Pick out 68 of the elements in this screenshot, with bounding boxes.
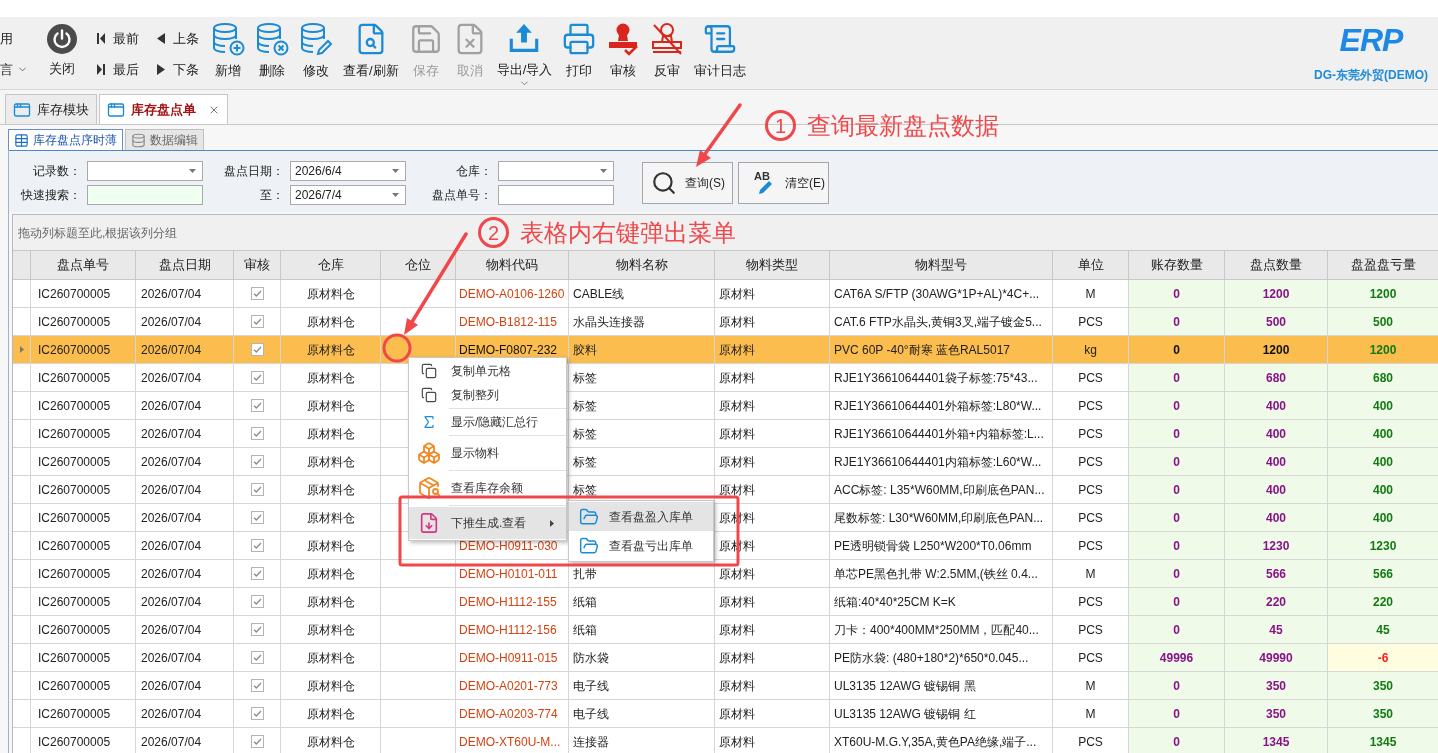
table-cell: 原材料 bbox=[715, 728, 830, 753]
table-cell: 1345 bbox=[1328, 728, 1438, 753]
company-name: DG-东莞外贸(DEMO) bbox=[1314, 68, 1428, 83]
field-label: 盘点日期： bbox=[223, 163, 284, 180]
step-number: 1 bbox=[765, 110, 796, 141]
table-cell: 0 bbox=[1129, 420, 1225, 448]
table-cell: 0 bbox=[1129, 308, 1225, 336]
annotation-text: 表格内右键弹出菜单 bbox=[520, 217, 736, 248]
table-cell: 400 bbox=[1328, 448, 1438, 476]
table-cell: 45 bbox=[1328, 616, 1438, 644]
table-cell: 0 bbox=[1129, 476, 1225, 504]
table-cell: 连接器 bbox=[569, 728, 715, 753]
field-label: 至： bbox=[259, 187, 284, 204]
table-cell: 0 bbox=[1129, 448, 1225, 476]
table-cell: 400 bbox=[1328, 476, 1438, 504]
table-cell: 566 bbox=[1225, 560, 1328, 588]
table-cell: 400 bbox=[1225, 392, 1328, 420]
table-cell: 1200 bbox=[1225, 280, 1328, 308]
table-cell: 350 bbox=[1328, 700, 1438, 728]
table-cell: 400 bbox=[1225, 420, 1328, 448]
table-cell: 400 bbox=[1328, 420, 1438, 448]
table-cell: 0 bbox=[1129, 616, 1225, 644]
table-cell: 566 bbox=[1328, 560, 1438, 588]
table-cell: 500 bbox=[1328, 308, 1438, 336]
table-cell: 220 bbox=[1225, 588, 1328, 616]
table-cell: -6 bbox=[1328, 644, 1438, 672]
table-cell: 400 bbox=[1225, 504, 1328, 532]
table-cell: 400 bbox=[1328, 392, 1438, 420]
table-cell: 1345 bbox=[1225, 728, 1328, 753]
field-label: 仓库： bbox=[455, 163, 492, 180]
table-cell: 0 bbox=[1129, 700, 1225, 728]
table-cell: 0 bbox=[1129, 560, 1225, 588]
table-cell: 0 bbox=[1129, 364, 1225, 392]
step-number: 2 bbox=[478, 217, 509, 248]
table-cell: 0 bbox=[1129, 672, 1225, 700]
annotation-text: 查询最新盘点数据 bbox=[807, 110, 999, 141]
table-cell: 0 bbox=[1129, 392, 1225, 420]
field-label: 快速搜索： bbox=[20, 187, 81, 204]
table-cell: 400 bbox=[1328, 504, 1438, 532]
table-cell: 49990 bbox=[1225, 644, 1328, 672]
table-cell: 1230 bbox=[1225, 532, 1328, 560]
table-cell: 350 bbox=[1225, 700, 1328, 728]
table-cell: 45 bbox=[1225, 616, 1328, 644]
table-cell: 1230 bbox=[1328, 532, 1438, 560]
table-cell: 原材料仓 bbox=[281, 728, 381, 753]
table-cell: 350 bbox=[1225, 672, 1328, 700]
logo: ERP bbox=[1339, 22, 1403, 58]
table-cell: 2026/07/04 bbox=[136, 728, 234, 753]
table-cell: 350 bbox=[1328, 672, 1438, 700]
field-label: 盘点单号： bbox=[431, 187, 492, 204]
group-hint: 拖动列标题至此,根据该列分组 bbox=[18, 224, 178, 242]
field-label: 记录数： bbox=[32, 163, 81, 180]
table-cell: 0 bbox=[1129, 728, 1225, 753]
table-cell: 500 bbox=[1225, 308, 1328, 336]
table-cell: 0 bbox=[1129, 588, 1225, 616]
table-cell: DEMO-XT60U-M... bbox=[456, 728, 569, 753]
table-cell: 0 bbox=[1129, 532, 1225, 560]
table-cell: 0 bbox=[1129, 504, 1225, 532]
table-cell: 0 bbox=[1129, 280, 1225, 308]
table-cell: IC260700005 bbox=[31, 728, 136, 753]
table-cell: 400 bbox=[1225, 476, 1328, 504]
table-cell: 680 bbox=[1328, 364, 1438, 392]
table-cell: 400 bbox=[1225, 448, 1328, 476]
table-cell: 1200 bbox=[1328, 280, 1438, 308]
table-cell: 680 bbox=[1225, 364, 1328, 392]
table-cell: 49996 bbox=[1129, 644, 1225, 672]
table-cell: XT60U-M.G.Y,35A,黄色PA绝缘,端子... bbox=[830, 728, 1053, 753]
table-cell: 220 bbox=[1328, 588, 1438, 616]
